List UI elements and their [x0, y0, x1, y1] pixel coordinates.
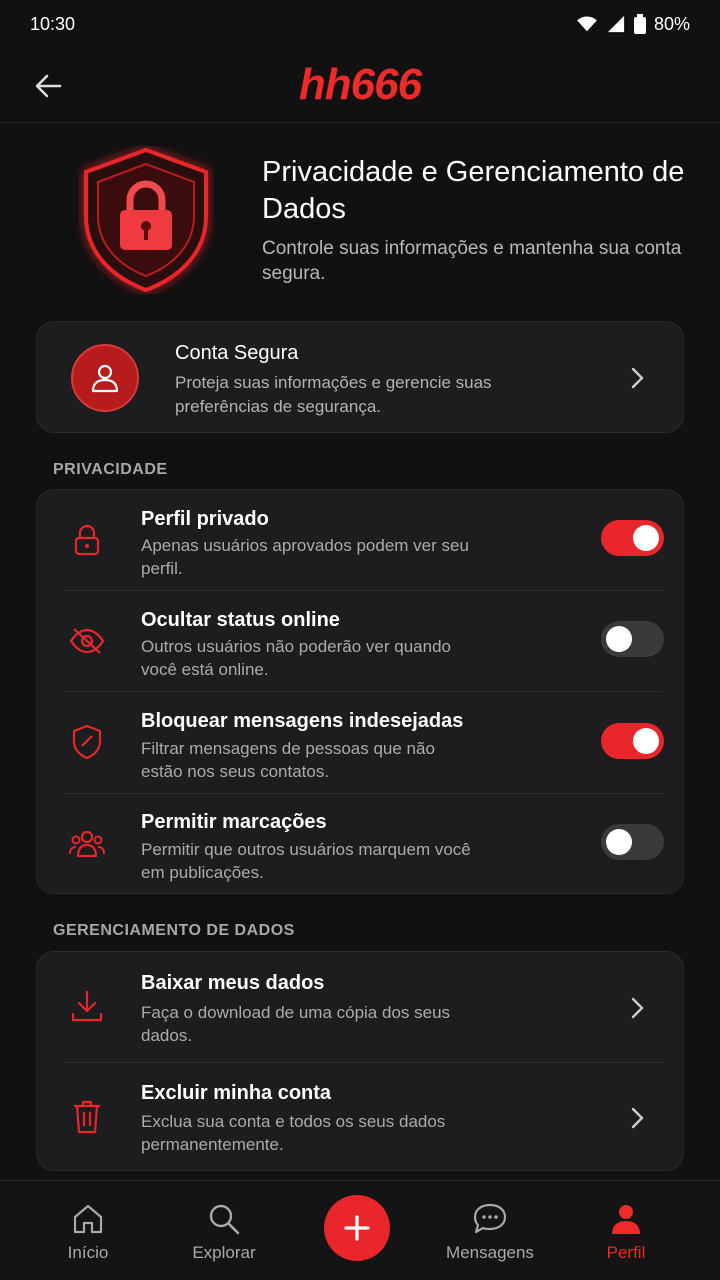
privacy-item-title: Permitir marcações: [141, 811, 327, 833]
privacy-item-allow-tags: Permitir marcações Permitir que outros u…: [37, 794, 685, 894]
hero-section: Privacidade e Gerenciamento de Dados Con…: [0, 140, 720, 300]
data-management-card: Baixar meus dados Faça o download de uma…: [36, 951, 684, 1171]
data-section-label: GERENCIAMENTO DE DADOS: [53, 922, 295, 939]
signal-icon: [607, 15, 625, 33]
create-post-button[interactable]: [324, 1195, 390, 1261]
battery-level: 80%: [653, 13, 690, 34]
private-profile-toggle[interactable]: [601, 520, 664, 556]
privacy-item-hide-online: Ocultar status online Outros usuários nã…: [37, 591, 685, 691]
eye-off-icon: [67, 621, 107, 661]
page-title: Privacidade e Gerenciamento de Dados: [262, 156, 685, 225]
privacy-card: Perfil privado Apenas usuários aprovados…: [36, 489, 684, 894]
download-data-item[interactable]: Baixar meus dados Faça o download de uma…: [37, 952, 685, 1062]
toggle-knob: [606, 626, 632, 652]
privacy-section-label: PRIVACIDADE: [53, 461, 168, 478]
lock-icon: [67, 520, 107, 560]
nav-label: Início: [67, 1243, 109, 1262]
app-logo: hh666: [298, 60, 422, 109]
privacy-item-title: Ocultar status online: [141, 609, 340, 631]
shield-lock-icon: [84, 147, 208, 293]
nav-item-explore[interactable]: Explorar: [164, 1199, 284, 1263]
chat-icon: [430, 1199, 550, 1239]
status-indicators: 80%: [576, 14, 690, 35]
toggle-knob: [606, 829, 632, 855]
home-icon: [28, 1199, 148, 1239]
data-item-description: Faça o download de uma cópia dos seus da…: [141, 1003, 451, 1045]
profile-icon: [566, 1199, 686, 1239]
privacy-item-description: Filtrar mensagens de pessoas que não est…: [141, 739, 435, 781]
nav-label: Perfil: [606, 1243, 646, 1262]
hide-online-toggle[interactable]: [601, 621, 664, 657]
toggle-knob: [633, 525, 659, 551]
avatar: [71, 344, 139, 412]
privacy-item-private-profile: Perfil privado Apenas usuários aprovados…: [37, 490, 685, 590]
privacy-item-title: Perfil privado: [141, 508, 269, 530]
chevron-right-icon: [627, 1106, 647, 1130]
status-time: 10:30: [30, 13, 76, 34]
nav-item-profile[interactable]: Perfil: [566, 1199, 686, 1263]
block-messages-toggle[interactable]: [601, 723, 664, 759]
user-icon: [91, 364, 119, 393]
page-subtitle: Controle suas informações e mantenha sua…: [262, 238, 682, 284]
nav-label: Explorar: [192, 1243, 256, 1262]
plus-icon: [344, 1215, 370, 1241]
privacy-item-description: Permitir que outros usuários marquem voc…: [141, 840, 471, 882]
privacy-item-block-messages: Bloquear mensagens indesejadas Filtrar m…: [37, 692, 685, 793]
secure-account-description: Proteja suas informações e gerencie suas…: [175, 373, 492, 416]
allow-tags-toggle[interactable]: [601, 824, 664, 860]
privacy-item-description: Outros usuários não poderão ver quando v…: [141, 637, 451, 679]
download-icon: [67, 986, 107, 1026]
data-item-title: Baixar meus dados: [141, 972, 325, 994]
chevron-right-icon: [627, 996, 647, 1020]
users-icon: [67, 824, 107, 864]
data-item-description: Exclua sua conta e todos os seus dados p…: [141, 1112, 446, 1154]
app-header: hh666: [0, 48, 720, 123]
status-bar: 10:30 80%: [0, 0, 720, 48]
secure-account-title: Conta Segura: [175, 342, 299, 364]
privacy-item-title: Bloquear mensagens indesejadas: [141, 710, 464, 732]
nav-label: Mensagens: [446, 1243, 534, 1262]
secure-account-card[interactable]: Conta Segura Proteja suas informações e …: [36, 321, 684, 433]
delete-account-item[interactable]: Excluir minha conta Exclua sua conta e t…: [37, 1063, 685, 1171]
nav-item-home[interactable]: Início: [28, 1199, 148, 1263]
data-item-title: Excluir minha conta: [141, 1082, 332, 1104]
search-icon: [164, 1199, 284, 1239]
nav-item-messages[interactable]: Mensagens: [430, 1199, 550, 1263]
privacy-item-description: Apenas usuários aprovados podem ver seu …: [141, 536, 469, 578]
chevron-right-icon: [627, 366, 647, 390]
battery-icon: [633, 14, 646, 34]
toggle-knob: [633, 728, 659, 754]
trash-icon: [67, 1097, 107, 1137]
bottom-nav: Início Explorar Mensagens Perfil: [0, 1180, 720, 1280]
wifi-icon: [577, 16, 597, 32]
shield-icon: [67, 722, 107, 762]
